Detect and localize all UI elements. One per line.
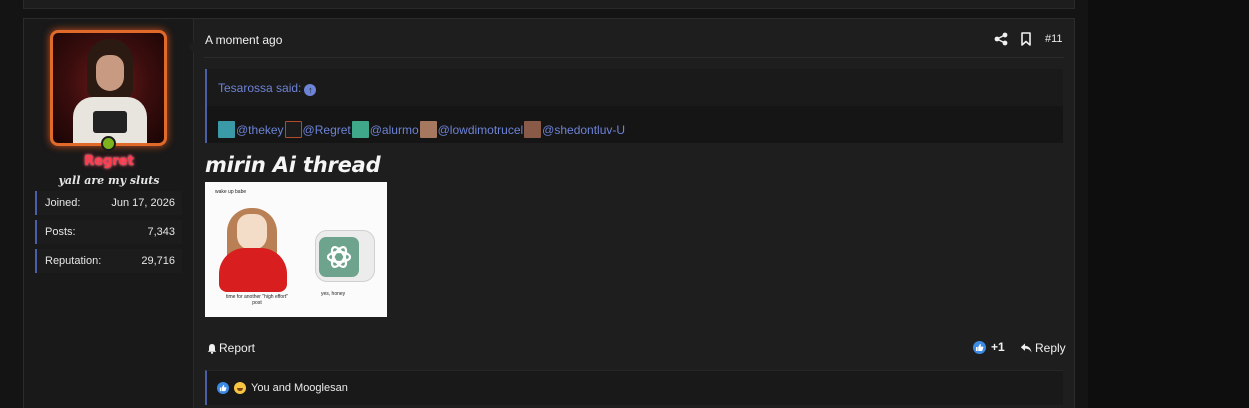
- stat-reputation: Reputation: 29,716: [35, 249, 182, 273]
- stat-value: 7,343: [147, 226, 175, 238]
- user-avatar[interactable]: [50, 30, 167, 146]
- mention-alurmo[interactable]: @alurmo: [351, 121, 419, 138]
- mention-regret[interactable]: @Regret: [284, 121, 351, 138]
- mention-avatar: [351, 121, 369, 138]
- post-timestamp[interactable]: A moment ago: [205, 33, 282, 47]
- mention-avatar: [419, 121, 437, 138]
- mention-avatar: [218, 121, 235, 138]
- reactions-text[interactable]: You and Mooglesan: [251, 382, 348, 394]
- share-icon[interactable]: [994, 32, 1008, 46]
- meme-image[interactable]: wake up babe time for another "high effo…: [205, 182, 387, 317]
- mention-label: @Regret: [302, 122, 351, 137]
- quote-body: @thekey @Regret @alurmo @lowdimotrucel @…: [207, 106, 1063, 143]
- header-divider: [204, 57, 1064, 58]
- message-cell: A moment ago #11 Tesarossa said: ↑ @theke…: [194, 19, 1074, 408]
- stat-posts: Posts: 7,343: [35, 220, 182, 244]
- meme-top-text: wake up babe: [215, 189, 247, 195]
- meme-left-caption: time for another "high effort" post: [225, 294, 289, 306]
- online-status-icon: [101, 136, 116, 151]
- mention-avatar: [284, 121, 302, 138]
- thumbs-up-icon: [973, 340, 986, 354]
- thumbs-up-icon: [217, 382, 229, 394]
- laughing-face-icon: [234, 382, 246, 394]
- forum-post: Regret yall are my sluts Joined: Jun 17,…: [23, 18, 1075, 408]
- like-count-value: +1: [991, 340, 1005, 354]
- bell-icon: [207, 343, 217, 354]
- stat-label: Posts:: [45, 226, 76, 238]
- report-label: Report: [219, 341, 256, 355]
- meme-right-caption: yes, honey: [321, 291, 346, 297]
- quote-block: Tesarossa said: ↑ @thekey @Regret @alurmo…: [205, 69, 1063, 143]
- mention-avatar: [524, 121, 542, 138]
- previous-post-edge: [23, 0, 1075, 9]
- stat-value: Jun 17, 2026: [111, 197, 175, 209]
- mention-lowdimotrucel[interactable]: @lowdimotrucel: [419, 121, 524, 138]
- stat-joined: Joined: Jun 17, 2026: [35, 191, 182, 215]
- reply-arrow-icon: [1020, 343, 1032, 353]
- mention-thekey[interactable]: @thekey: [218, 121, 284, 138]
- reply-button[interactable]: Reply: [1020, 341, 1066, 355]
- mention-label: @shedontluv-U: [542, 122, 626, 137]
- mention-label: @alurmo: [369, 122, 419, 137]
- stat-label: Joined:: [45, 197, 81, 209]
- quote-header: Tesarossa said: ↑: [207, 69, 1063, 106]
- reactions-bar[interactable]: You and Mooglesan: [205, 370, 1063, 405]
- user-cell: Regret yall are my sluts Joined: Jun 17,…: [24, 19, 194, 408]
- report-button[interactable]: Report: [207, 341, 255, 355]
- quote-author[interactable]: Tesarossa said:: [218, 81, 301, 95]
- mention-label: @lowdimotrucel: [437, 122, 524, 137]
- right-gutter: [1088, 0, 1249, 408]
- chatgpt-logo-icon: [319, 237, 359, 277]
- stat-value: 29,716: [141, 255, 175, 267]
- mention-shedontluv-u[interactable]: @shedontluv-U: [524, 121, 625, 138]
- user-title: yall are my sluts: [58, 174, 160, 187]
- reply-label: Reply: [1035, 341, 1066, 355]
- stat-label: Reputation:: [45, 255, 102, 267]
- post-text: mirin Ai thread: [205, 153, 381, 177]
- username[interactable]: Regret: [24, 154, 194, 169]
- bookmark-icon[interactable]: [1020, 32, 1032, 46]
- post-number[interactable]: #11: [1045, 33, 1063, 45]
- arrow-up-circle-icon[interactable]: ↑: [304, 84, 317, 96]
- like-counter[interactable]: +1: [973, 340, 1005, 354]
- mention-label: @thekey: [236, 122, 284, 137]
